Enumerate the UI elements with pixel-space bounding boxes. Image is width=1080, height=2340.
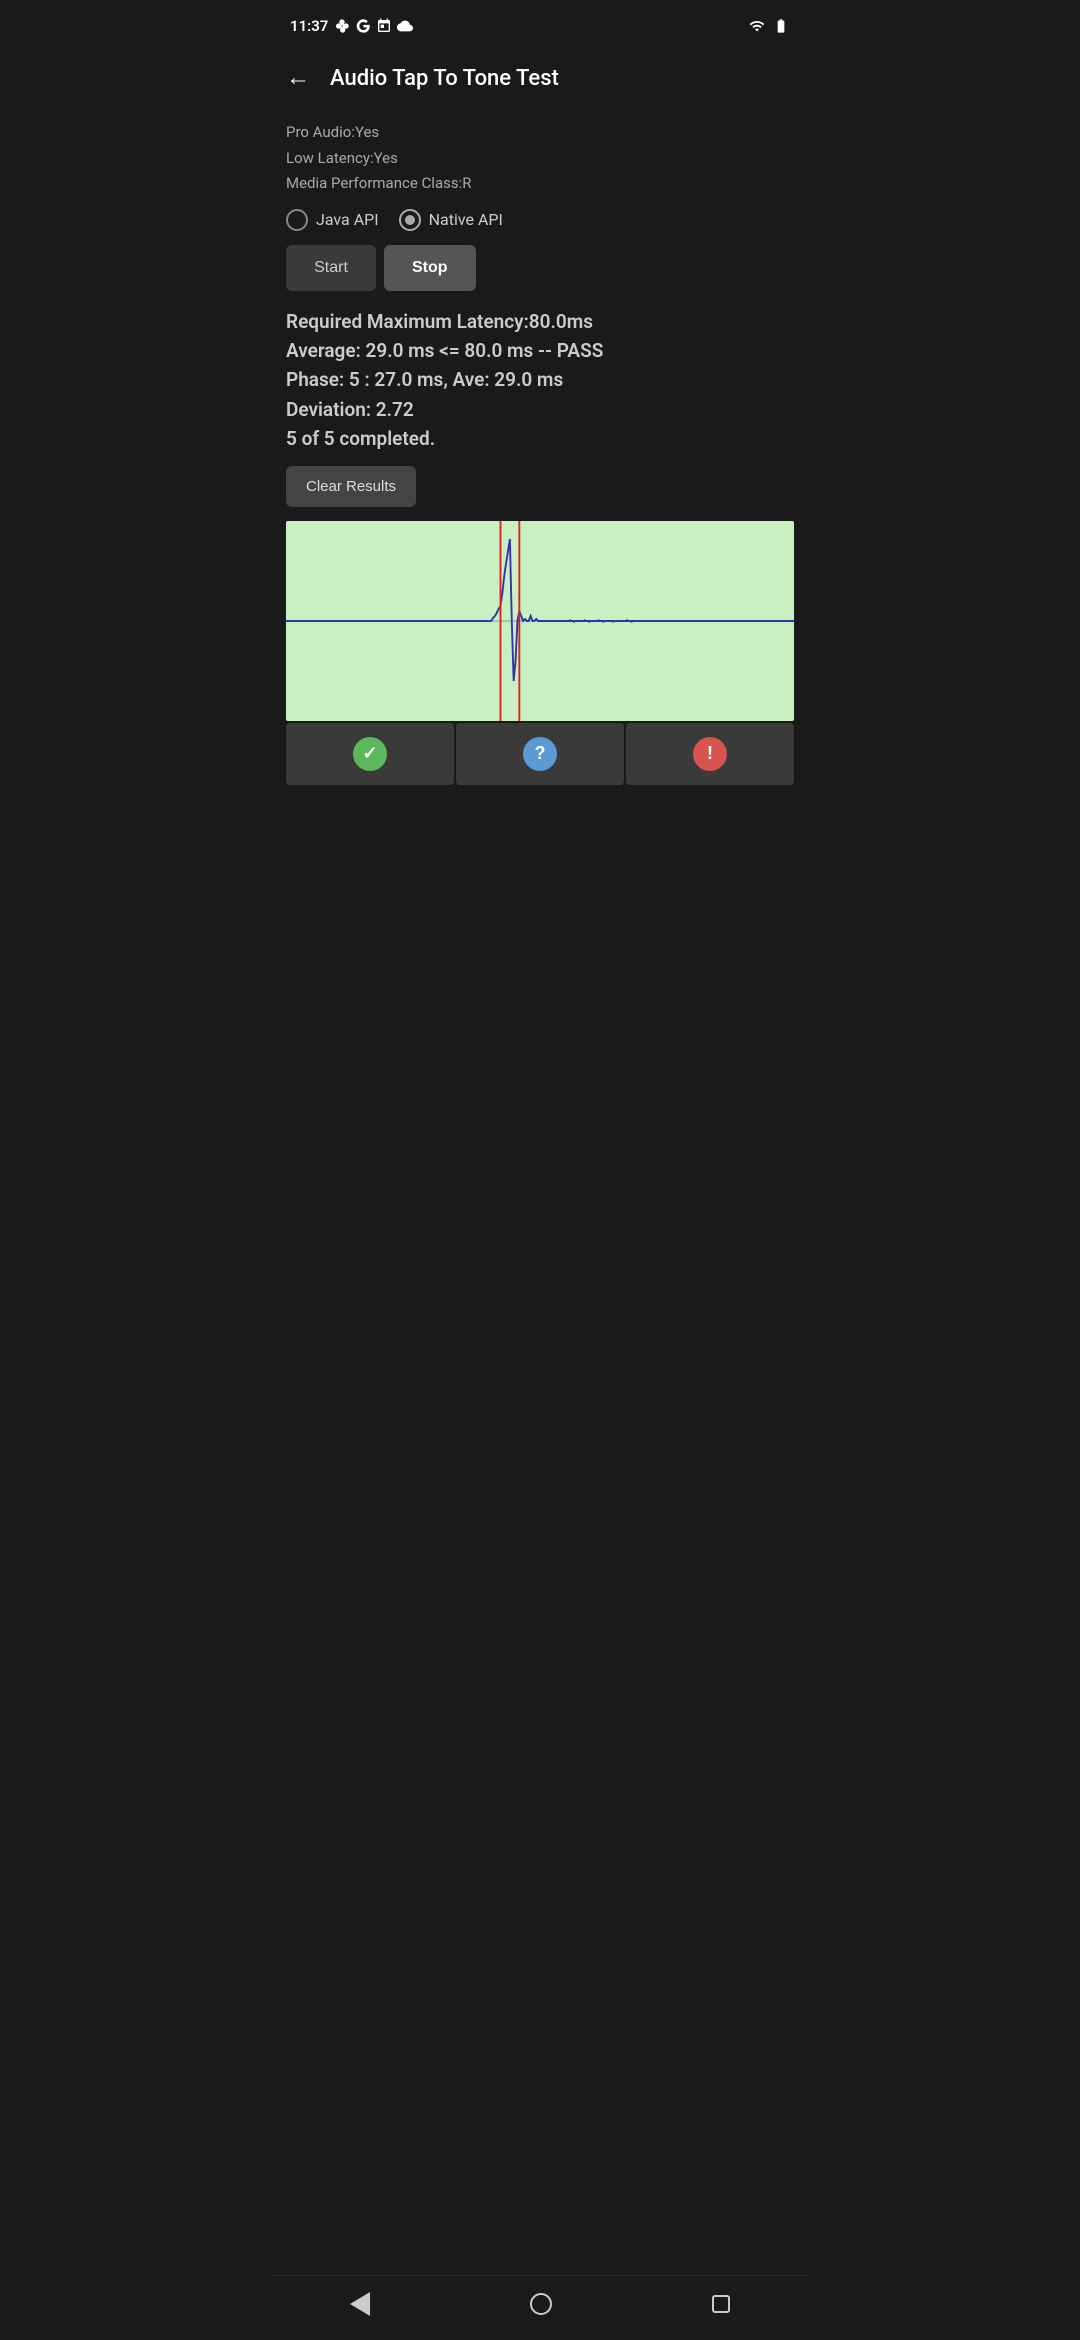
exclamation-icon: !	[707, 743, 713, 764]
api-selection-group: Java API Native API	[286, 209, 794, 231]
recent-nav-icon	[712, 2295, 730, 2313]
clear-results-button[interactable]: Clear Results	[286, 466, 416, 507]
back-arrow-icon: ←	[286, 64, 310, 92]
unknown-button[interactable]: ?	[456, 723, 624, 785]
waveform-chart	[286, 521, 794, 721]
status-time: 11:37	[290, 17, 328, 35]
java-api-radio[interactable]	[286, 209, 308, 231]
native-api-radio[interactable]	[399, 209, 421, 231]
toolbar: ← Audio Tap To Tone Test	[270, 48, 810, 112]
calendar-icon	[376, 18, 392, 34]
status-left: 11:37	[290, 17, 413, 35]
java-api-option[interactable]: Java API	[286, 209, 379, 231]
unknown-icon: ?	[523, 737, 557, 771]
result-line-2: Average: 29.0 ms <= 80.0 ms -- PASS	[286, 336, 794, 365]
status-icons	[334, 18, 413, 34]
nav-back-button[interactable]	[330, 2288, 390, 2320]
media-performance-label: Media Performance Class:R	[286, 171, 794, 197]
fan-icon	[334, 18, 350, 34]
waveform-svg	[286, 521, 794, 721]
content-area: Pro Audio:Yes Low Latency:Yes Media Perf…	[270, 112, 810, 785]
action-buttons-row: ✓ ? !	[286, 723, 794, 785]
status-bar: 11:37	[270, 0, 810, 48]
checkmark-icon: ✓	[362, 743, 377, 764]
warning-button[interactable]: !	[626, 723, 794, 785]
back-nav-icon	[350, 2292, 370, 2316]
battery-icon	[772, 18, 790, 34]
cloud-icon	[397, 18, 413, 34]
question-icon: ?	[535, 743, 546, 764]
result-line-3: Phase: 5 : 27.0 ms, Ave: 29.0 ms	[286, 365, 794, 394]
pro-audio-label: Pro Audio:Yes	[286, 120, 794, 146]
low-latency-label: Low Latency:Yes	[286, 146, 794, 172]
home-nav-icon	[530, 2293, 552, 2315]
result-line-4: Deviation: 2.72	[286, 395, 794, 424]
google-icon	[355, 18, 371, 34]
warning-icon: !	[693, 737, 727, 771]
start-button[interactable]: Start	[286, 245, 376, 291]
control-buttons: Start Stop	[286, 245, 794, 291]
back-button[interactable]: ←	[278, 56, 318, 100]
native-api-option[interactable]: Native API	[399, 209, 503, 231]
status-right	[748, 18, 790, 34]
page-title: Audio Tap To Tone Test	[330, 66, 794, 91]
pass-icon: ✓	[353, 737, 387, 771]
nav-recent-button[interactable]	[692, 2291, 750, 2317]
result-line-5: 5 of 5 completed.	[286, 424, 794, 453]
result-line-1: Required Maximum Latency:80.0ms	[286, 307, 794, 336]
bottom-spacer	[270, 793, 810, 873]
device-info: Pro Audio:Yes Low Latency:Yes Media Perf…	[286, 120, 794, 197]
java-api-label: Java API	[316, 210, 379, 229]
nav-bar	[270, 2275, 810, 2340]
stop-button[interactable]: Stop	[384, 245, 476, 291]
wifi-icon	[748, 18, 766, 34]
nav-home-button[interactable]	[510, 2289, 572, 2319]
native-api-label: Native API	[429, 210, 503, 229]
results-text: Required Maximum Latency:80.0ms Average:…	[286, 307, 794, 454]
pass-button[interactable]: ✓	[286, 723, 454, 785]
